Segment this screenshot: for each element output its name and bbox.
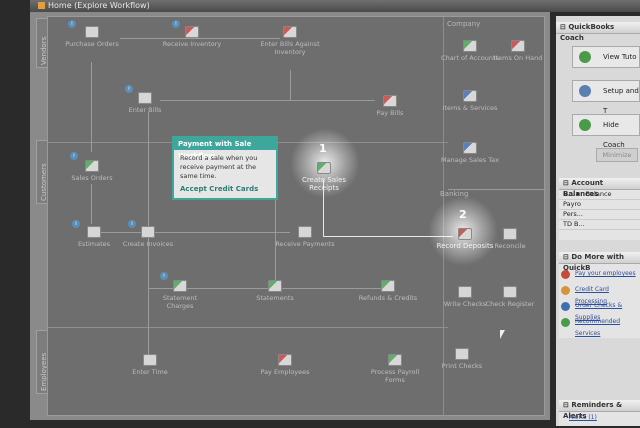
window-title-bar: Home (Explore Workflow) bbox=[30, 0, 640, 12]
connector bbox=[160, 100, 375, 101]
connector bbox=[91, 62, 92, 152]
step-2-number: 2 bbox=[459, 208, 467, 221]
sales-tax-icon bbox=[463, 142, 477, 154]
hide-coach-button[interactable]: Hide Coach bbox=[572, 114, 640, 149]
estimates-node[interactable]: Estimates bbox=[64, 226, 124, 248]
receive-inventory-icon bbox=[185, 26, 199, 38]
credit-card-processing-link[interactable]: Credit Card Processing bbox=[559, 284, 640, 305]
receive-payments-icon bbox=[298, 226, 312, 238]
items-services-icon bbox=[463, 90, 477, 102]
purchase-orders-icon bbox=[85, 26, 99, 38]
items-on-hand-icon bbox=[511, 40, 525, 52]
step-1-number: 1 bbox=[319, 142, 327, 155]
account-balances-header: ⊟ Account Balances bbox=[559, 178, 640, 198]
mouse-cursor bbox=[500, 330, 505, 339]
print-checks-node[interactable]: Print Checks bbox=[432, 348, 492, 370]
coach-header: ⊟ QuickBooks Coach bbox=[556, 22, 640, 42]
view-tutorial-button[interactable]: View Tuto bbox=[572, 46, 640, 68]
home-icon bbox=[38, 2, 45, 9]
process-payroll-forms-node[interactable]: Process Payroll Forms bbox=[365, 354, 425, 384]
create-sales-receipts-node[interactable]: Create Sales Receipts bbox=[294, 162, 354, 192]
enter-bills-against-inventory-node[interactable]: Enter Bills Against Inventory bbox=[260, 26, 320, 56]
refunds-credits-node[interactable]: Refunds & Credits bbox=[358, 280, 418, 302]
credit-card-icon bbox=[561, 286, 570, 295]
account-table-header: N... ▾ Balance bbox=[559, 190, 640, 200]
window-title: Home (Explore Workflow) bbox=[48, 1, 150, 10]
payroll-icon bbox=[561, 270, 570, 279]
statements-node[interactable]: Statements bbox=[245, 280, 305, 302]
pay-employees-node[interactable]: Pay Employees bbox=[255, 354, 315, 376]
popup-title: Payment with Sale Workflow bbox=[174, 138, 276, 160]
connector bbox=[290, 70, 291, 100]
minimize-button[interactable]: Minimize bbox=[596, 148, 638, 162]
statements-icon bbox=[268, 280, 282, 292]
account-row[interactable]: Pers... bbox=[559, 210, 640, 220]
popup-body: Record a sale when you receive payment a… bbox=[180, 154, 258, 180]
workflow-popup: Payment with Sale Workflow Record a sale… bbox=[172, 136, 278, 200]
setup-button[interactable]: Setup and T bbox=[572, 80, 640, 115]
order-checks-link[interactable]: Order Checks & Supplies bbox=[559, 300, 640, 321]
manage-sales-tax-node[interactable]: Manage Sales Tax bbox=[440, 142, 500, 164]
enter-time-icon bbox=[143, 354, 157, 366]
pay-bills-node[interactable]: Pay Bills bbox=[360, 95, 420, 117]
statement-charges-node[interactable]: Statement Charges bbox=[150, 280, 210, 310]
pay-bills-icon bbox=[383, 95, 397, 107]
plus-icon bbox=[561, 318, 570, 327]
purchase-orders-node[interactable]: Purchase Orders bbox=[62, 26, 122, 48]
reconcile-icon bbox=[503, 228, 517, 240]
check-register-icon bbox=[503, 286, 517, 298]
enter-bills-node[interactable]: Enter Bills bbox=[115, 92, 175, 114]
chart-of-accounts-icon bbox=[463, 40, 477, 52]
company-header: Company bbox=[447, 20, 481, 28]
badge: i bbox=[160, 272, 168, 280]
sales-orders-node[interactable]: Sales Orders bbox=[62, 160, 122, 182]
hide-icon bbox=[579, 119, 591, 131]
sales-receipt-icon bbox=[317, 162, 331, 174]
sales-orders-icon bbox=[85, 160, 99, 172]
connector bbox=[91, 184, 92, 224]
check-register-node[interactable]: Check Register bbox=[480, 286, 540, 308]
accept-credit-cards-link[interactable]: Accept Credit Cards bbox=[174, 185, 276, 193]
pay-employees-icon bbox=[278, 354, 292, 366]
payroll-forms-icon bbox=[388, 354, 402, 366]
badge: i bbox=[70, 152, 78, 160]
account-row[interactable]: TD B... bbox=[559, 220, 640, 230]
reminders-header: ⊟ Reminders & Alerts bbox=[559, 400, 640, 420]
receive-payments-node[interactable]: Receive Payments bbox=[275, 226, 335, 248]
account-row[interactable]: Payro bbox=[559, 200, 640, 210]
create-invoices-node[interactable]: Create Invoices bbox=[118, 226, 178, 248]
print-checks-icon bbox=[455, 348, 469, 360]
invoice-icon bbox=[141, 226, 155, 238]
deposits-icon bbox=[458, 228, 472, 240]
divider-employees bbox=[48, 327, 448, 328]
enter-time-node[interactable]: Enter Time bbox=[120, 354, 180, 376]
play-icon bbox=[579, 51, 591, 63]
account-balances-panel: ⊟ Account Balances N... ▾ Balance Payro … bbox=[559, 178, 640, 240]
pay-employees-link[interactable]: Pay your employees bbox=[559, 268, 640, 284]
do-more-panel: ⊟ Do More with QuickB Pay your employees… bbox=[559, 252, 640, 338]
reminders-panel: ⊟ Reminders & Alerts Alerts (1) bbox=[559, 400, 640, 426]
items-on-hand-node[interactable]: Items On Hand bbox=[488, 40, 548, 62]
enter-bills-icon bbox=[138, 92, 152, 104]
estimates-icon bbox=[87, 226, 101, 238]
recommended-services-link[interactable]: Recommended Services bbox=[559, 316, 640, 337]
bills-against-inventory-icon bbox=[283, 26, 297, 38]
items-services-node[interactable]: Items & Services bbox=[440, 90, 500, 112]
statement-charges-icon bbox=[173, 280, 187, 292]
checks-icon bbox=[561, 302, 570, 311]
refunds-credits-icon bbox=[381, 280, 395, 292]
receive-inventory-node[interactable]: Receive Inventory bbox=[162, 26, 222, 48]
reconcile-node[interactable]: Reconcile bbox=[480, 228, 540, 250]
write-checks-icon bbox=[458, 286, 472, 298]
do-more-header: ⊟ Do More with QuickB bbox=[559, 252, 640, 272]
setup-icon bbox=[579, 85, 591, 97]
